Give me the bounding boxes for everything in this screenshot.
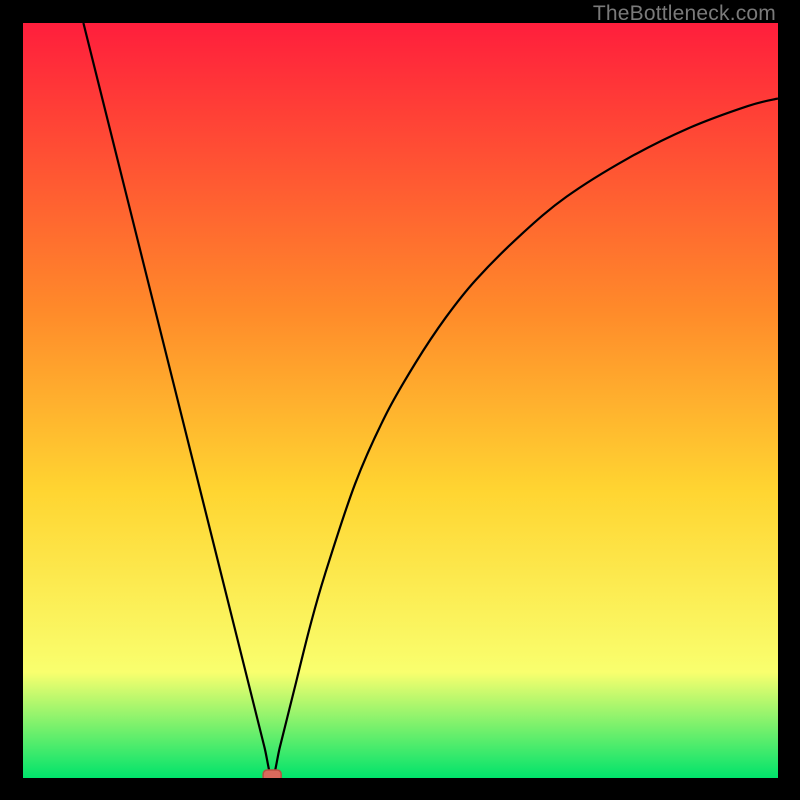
- optimal-point-marker: [263, 770, 281, 778]
- bottleneck-plot: [23, 23, 778, 778]
- gradient-background: [23, 23, 778, 778]
- chart-frame: [23, 23, 778, 778]
- watermark-text: TheBottleneck.com: [593, 2, 776, 26]
